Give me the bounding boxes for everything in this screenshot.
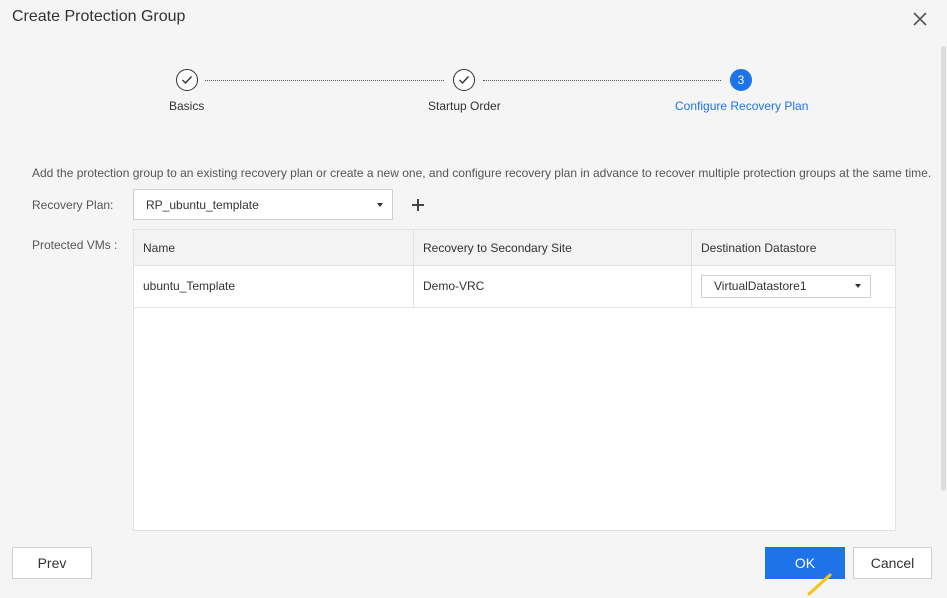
page-description: Add the protection group to an existing … (32, 166, 932, 180)
destination-datastore-value: VirtualDatastore1 (714, 279, 807, 293)
dialog-footer: Prev OK Cancel (0, 531, 947, 598)
vertical-scrollbar[interactable] (941, 46, 946, 491)
chevron-down-icon (377, 202, 383, 207)
column-header-name: Name (143, 240, 176, 255)
protected-vms-table: Name Recovery to Secondary Site Destinat… (133, 229, 896, 531)
cancel-button[interactable]: Cancel (853, 547, 932, 579)
step-basics: Basics (169, 99, 205, 113)
destination-datastore-select[interactable]: VirtualDatastore1 (701, 274, 871, 298)
recovery-plan-value: RP_ubuntu_template (146, 197, 259, 212)
table-row[interactable]: ubuntu_Template Demo-VRC VirtualDatastor… (134, 265, 895, 308)
recovery-plan-label: Recovery Plan: (32, 198, 114, 212)
check-icon (176, 69, 198, 91)
dialog-title: Create Protection Group (12, 8, 186, 25)
recovery-plan-select[interactable]: RP_ubuntu_template (133, 189, 393, 220)
check-icon (453, 69, 475, 91)
add-recovery-plan-button[interactable] (409, 196, 427, 214)
recovery-site-cell: Demo-VRC (413, 265, 691, 307)
column-header-recovery-site: Recovery to Secondary Site (413, 230, 691, 265)
chevron-down-icon (855, 284, 861, 288)
vm-name-cell: ubuntu_Template (143, 279, 236, 293)
column-header-destination-datastore: Destination Datastore (691, 230, 895, 265)
cursor-highlight-icon (807, 573, 832, 596)
step-connector (483, 80, 721, 81)
protected-vms-label: Protected VMs : (32, 238, 118, 252)
step-startup-order: Startup Order (428, 99, 501, 113)
step-number-badge: 3 (730, 69, 752, 91)
plus-icon (412, 199, 424, 211)
step-connector (205, 80, 444, 81)
step-configure-recovery-plan: Configure Recovery Plan (675, 99, 809, 113)
prev-button[interactable]: Prev (12, 547, 92, 579)
close-icon[interactable] (909, 8, 931, 30)
datastore-cell: VirtualDatastore1 (691, 265, 895, 307)
create-protection-group-dialog: Create Protection Group 3 Basics Startup… (0, 0, 947, 598)
table-header: Name Recovery to Secondary Site Destinat… (134, 230, 895, 266)
